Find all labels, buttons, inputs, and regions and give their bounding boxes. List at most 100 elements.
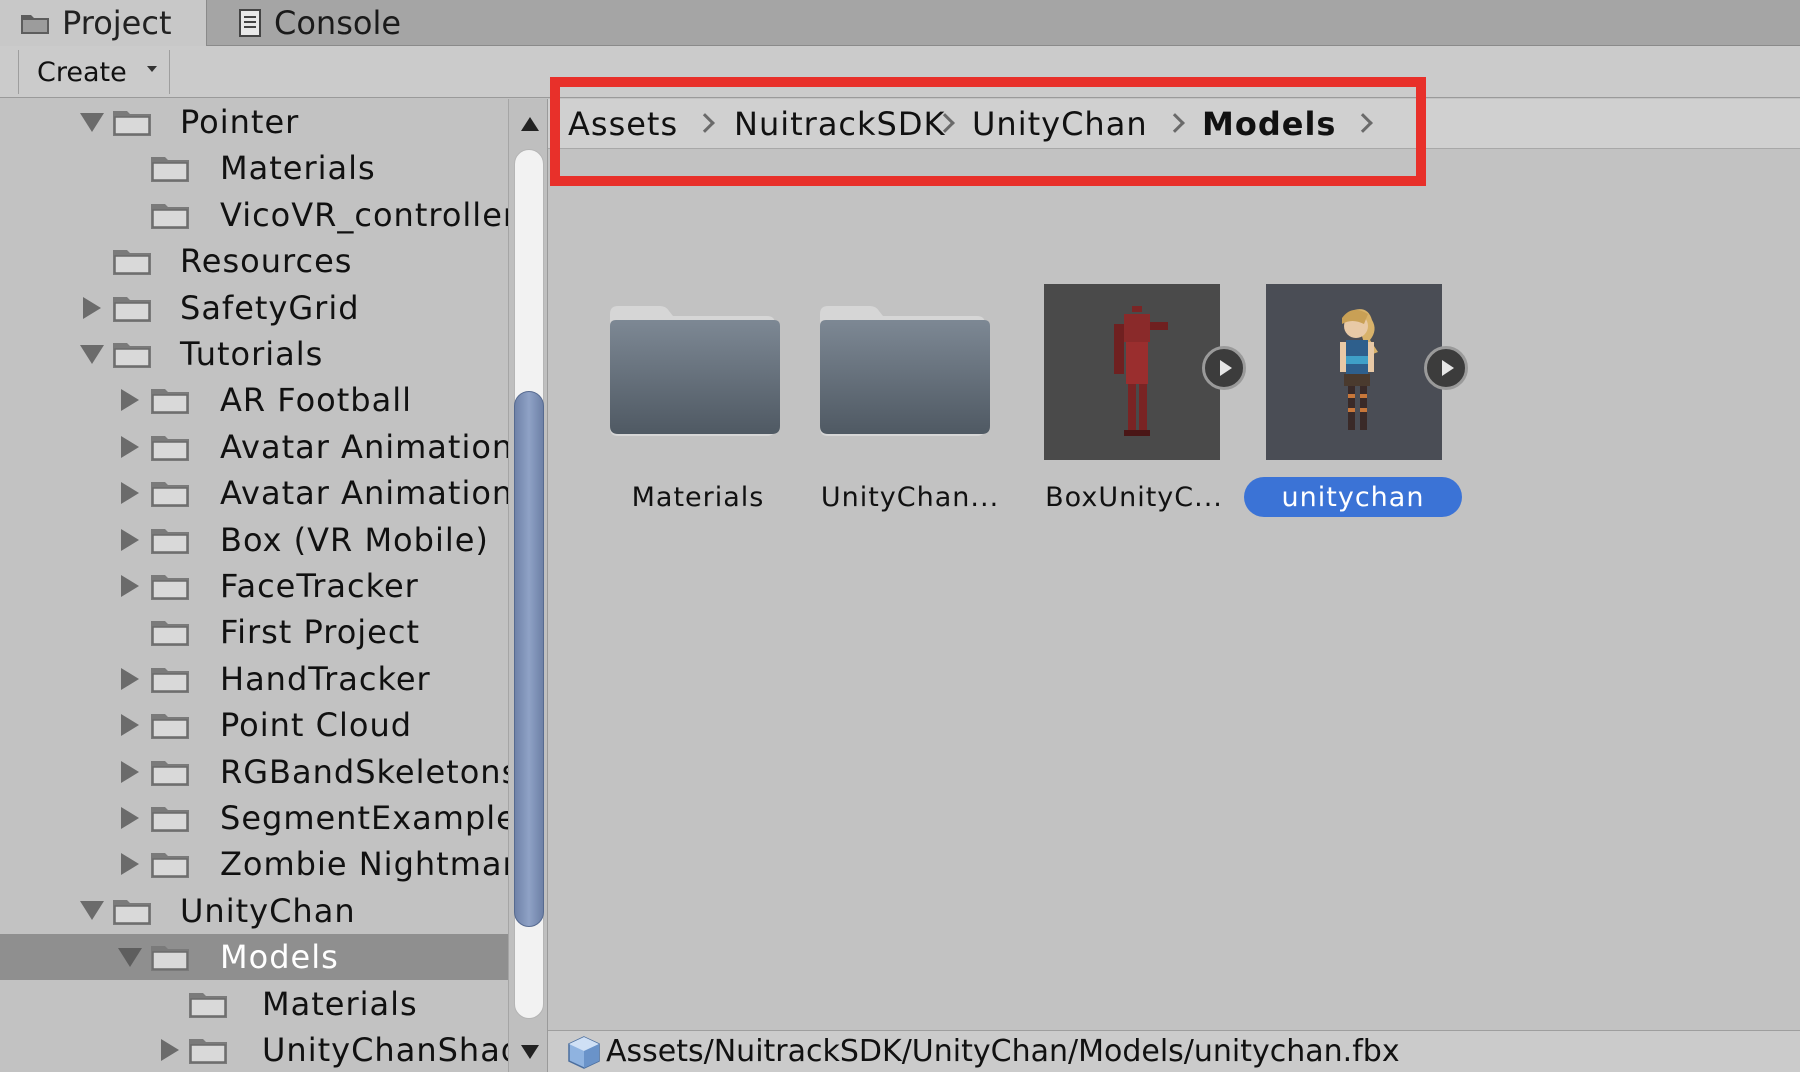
folder-icon xyxy=(112,338,152,370)
tab-label: Console xyxy=(274,4,402,42)
folder-icon xyxy=(20,11,50,35)
tree-item-label: SegmentExample xyxy=(220,799,508,837)
tree-item-label: RGBandSkeletons xyxy=(220,752,508,791)
chevron-right-icon[interactable] xyxy=(1353,113,1373,133)
asset-item-unitychan[interactable]: unitychan xyxy=(1244,284,1468,517)
tree-item-label: Tutorials xyxy=(180,335,324,373)
scroll-up-arrow-icon[interactable] xyxy=(521,117,539,131)
console-icon xyxy=(238,8,262,38)
triangle-right-icon[interactable] xyxy=(118,388,142,412)
tree-item-label: VicoVR_controller xyxy=(220,195,508,234)
folder-icon xyxy=(112,106,152,138)
triangle-right-icon[interactable] xyxy=(118,574,142,598)
tree-scrollbar[interactable] xyxy=(508,99,548,1072)
tree-item[interactable]: Resources xyxy=(0,238,508,284)
folder-icon xyxy=(112,895,152,927)
folder-icon xyxy=(150,152,190,184)
tree-item[interactable]: VicoVR_controller xyxy=(0,192,508,238)
play-icon[interactable] xyxy=(1424,346,1468,390)
tree-item-label: Zombie Nightmare xyxy=(220,845,508,884)
create-label: Create xyxy=(37,56,127,88)
tree-item[interactable]: Materials xyxy=(0,145,508,191)
folder-icon xyxy=(598,284,798,474)
play-icon[interactable] xyxy=(1202,346,1246,390)
tree-item-label: Models xyxy=(220,938,339,977)
tree-item[interactable]: Zombie Nightmare xyxy=(0,841,508,887)
folder-icon xyxy=(150,941,190,973)
triangle-down-icon[interactable] xyxy=(80,899,104,923)
folder-icon xyxy=(150,709,190,741)
folder-icon xyxy=(150,570,190,602)
folder-icon xyxy=(150,384,190,416)
tree-item[interactable]: Models xyxy=(0,934,508,981)
tree-item-label: UnityChanShader xyxy=(262,1031,508,1069)
tree-item-label: AR Football xyxy=(220,381,412,420)
breadcrumb-item-unitychan[interactable]: UnityChan xyxy=(972,99,1148,149)
asset-item-boxunitychan[interactable]: BoxUnityC... xyxy=(1044,284,1246,514)
triangle-right-icon[interactable] xyxy=(118,528,142,552)
triangle-right-icon[interactable] xyxy=(118,806,142,830)
triangle-down-icon[interactable] xyxy=(80,342,104,366)
dropdown-caret-icon xyxy=(147,66,157,72)
breadcrumb-item-nuitracksdk[interactable]: NuitrackSDK xyxy=(734,99,945,149)
status-bar: Assets/NuitrackSDK/UnityChan/Models/unit… xyxy=(548,1030,1800,1072)
folder-icon xyxy=(150,199,190,231)
folder-icon xyxy=(820,284,1020,474)
tree-item-label: Box (VR Mobile) xyxy=(220,520,489,559)
triangle-right-icon[interactable] xyxy=(118,852,142,876)
tree-item-label: Pointer xyxy=(180,103,300,141)
tree-item-label: HandTracker xyxy=(220,659,431,698)
asset-label: UnityChan... xyxy=(820,481,1000,513)
folder-icon xyxy=(188,1034,228,1066)
toolbar: Create xyxy=(0,46,1800,98)
triangle-right-icon[interactable] xyxy=(118,435,142,459)
tree-item[interactable]: Box (VR Mobile) xyxy=(0,517,508,563)
asset-label: BoxUnityC... xyxy=(1045,481,1223,513)
folder-icon xyxy=(188,988,228,1020)
tree-item[interactable]: SegmentExample xyxy=(0,795,508,841)
triangle-down-icon[interactable] xyxy=(118,945,142,969)
triangle-right-icon[interactable] xyxy=(118,481,142,505)
scroll-thumb[interactable] xyxy=(514,391,544,927)
triangle-right-icon[interactable] xyxy=(118,713,142,737)
triangle-down-icon[interactable] xyxy=(80,110,104,134)
tab-console[interactable]: Console xyxy=(238,0,401,46)
asset-item-materials[interactable]: Materials xyxy=(598,284,798,514)
tree-item[interactable]: HandTracker xyxy=(0,656,508,702)
tree-item[interactable]: UnityChan xyxy=(0,888,508,934)
breadcrumb-item-models[interactable]: Models xyxy=(1202,99,1336,149)
tree-item[interactable]: AR Football xyxy=(0,377,508,423)
triangle-right-icon[interactable] xyxy=(118,760,142,784)
tree-item[interactable]: Avatar Animation xyxy=(0,424,508,470)
tree-item[interactable]: Pointer xyxy=(0,99,508,145)
tree-item-label: Materials xyxy=(220,149,376,188)
folder-icon xyxy=(150,802,190,834)
tree-item[interactable]: RGBandSkeletons xyxy=(0,749,508,795)
folder-icon xyxy=(112,292,152,324)
tree-item[interactable]: UnityChanShader xyxy=(0,1027,508,1072)
breadcrumb-item-assets[interactable]: Assets xyxy=(568,99,678,149)
tree-item[interactable]: FaceTracker xyxy=(0,563,508,609)
tree-item-label: FaceTracker xyxy=(220,567,419,605)
create-dropdown-button[interactable]: Create xyxy=(18,50,170,94)
asset-item-unitychan-folder[interactable]: UnityChan... xyxy=(820,284,1020,514)
tree-item[interactable]: SafetyGrid xyxy=(0,285,508,331)
tree-item-label: Avatar Animation xyxy=(220,474,508,513)
scroll-down-arrow-icon[interactable] xyxy=(521,1045,539,1059)
folder-icon xyxy=(150,616,190,648)
chevron-right-icon xyxy=(1165,113,1185,133)
tree-item[interactable]: Point Cloud xyxy=(0,702,508,748)
triangle-right-icon[interactable] xyxy=(80,296,104,320)
tree-item-label: Point Cloud xyxy=(220,706,413,745)
tree-item-label: Resources xyxy=(180,242,353,281)
tree-item[interactable]: Avatar Animation xyxy=(0,470,508,516)
tree-item[interactable]: Materials xyxy=(0,981,508,1027)
tree-item-label: First Project xyxy=(220,613,420,652)
tree-item[interactable]: Tutorials xyxy=(0,331,508,377)
folder-icon xyxy=(150,663,190,695)
tree-item[interactable]: First Project xyxy=(0,609,508,655)
triangle-right-icon[interactable] xyxy=(118,667,142,691)
triangle-right-icon[interactable] xyxy=(158,1038,182,1062)
tab-project[interactable]: Project xyxy=(0,0,207,46)
tab-bar: Project Console xyxy=(0,0,1800,46)
